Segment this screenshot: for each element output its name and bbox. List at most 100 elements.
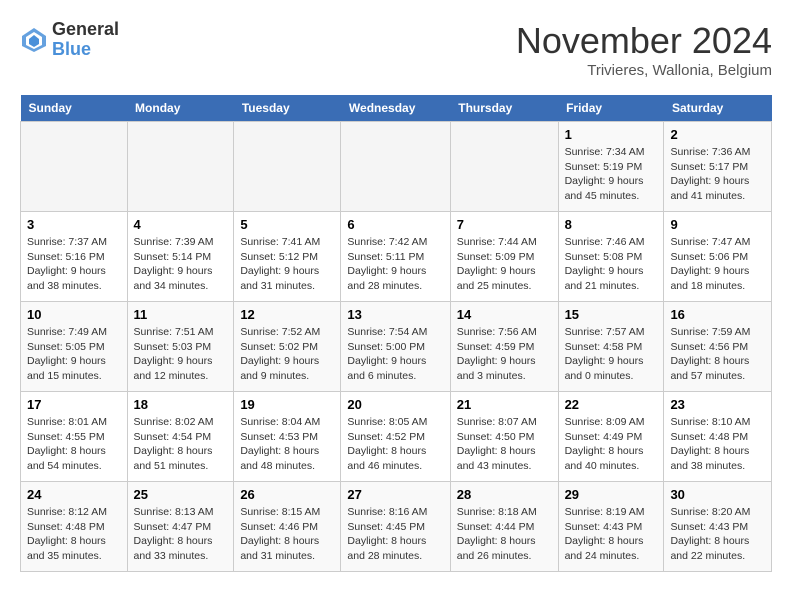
calendar-header: Sunday Monday Tuesday Wednesday Thursday…: [21, 95, 772, 122]
calendar-cell: 8Sunrise: 7:46 AMSunset: 5:08 PMDaylight…: [558, 212, 664, 302]
calendar-body: 1 Sunrise: 7:34 AMSunset: 5:19 PMDaylight…: [21, 122, 772, 572]
calendar-cell: 19Sunrise: 8:04 AMSunset: 4:53 PMDayligh…: [234, 392, 341, 482]
logo-general: General: [52, 20, 119, 40]
day-info: Sunrise: 7:44 AMSunset: 5:09 PMDaylight:…: [457, 235, 552, 294]
calendar-cell: 21Sunrise: 8:07 AMSunset: 4:50 PMDayligh…: [450, 392, 558, 482]
day-info: Sunrise: 8:15 AMSunset: 4:46 PMDaylight:…: [240, 505, 334, 564]
calendar-cell: 13 Sunrise: 7:54 AMSunset: 5:00 PMDayligh…: [341, 302, 450, 392]
calendar-cell: 6 Sunrise: 7:42 AMSunset: 5:11 PMDaylight…: [341, 212, 450, 302]
day-number: 7: [457, 217, 552, 232]
header-friday: Friday: [558, 95, 664, 122]
calendar-cell: 16Sunrise: 7:59 AMSunset: 4:56 PMDayligh…: [664, 302, 772, 392]
calendar-cell: [127, 122, 234, 212]
day-number: 8: [565, 217, 658, 232]
week-row-4: 24 Sunrise: 8:12 AMSunset: 4:48 PMDayligh…: [21, 482, 772, 572]
logo-icon: [20, 26, 48, 54]
title-block: November 2024 Trivieres, Wallonia, Belgi…: [516, 20, 772, 79]
month-title: November 2024: [516, 20, 772, 62]
week-row-3: 17 Sunrise: 8:01 AMSunset: 4:55 PMDayligh…: [21, 392, 772, 482]
calendar-cell: 3 Sunrise: 7:37 AMSunset: 5:16 PMDaylight…: [21, 212, 128, 302]
day-info: Sunrise: 7:57 AMSunset: 4:58 PMDaylight:…: [565, 325, 658, 384]
header-monday: Monday: [127, 95, 234, 122]
calendar-cell: 25 Sunrise: 8:13 AMSunset: 4:47 PMDayligh…: [127, 482, 234, 572]
header-thursday: Thursday: [450, 95, 558, 122]
day-info: Sunrise: 7:52 AMSunset: 5:02 PMDaylight:…: [240, 325, 334, 384]
calendar-cell: 11 Sunrise: 7:51 AMSunset: 5:03 PMDayligh…: [127, 302, 234, 392]
day-info: Sunrise: 8:05 AMSunset: 4:52 PMDaylight:…: [347, 415, 443, 474]
day-number: 22: [565, 397, 658, 412]
week-row-0: 1 Sunrise: 7:34 AMSunset: 5:19 PMDaylight…: [21, 122, 772, 212]
calendar-cell: 28Sunrise: 8:18 AMSunset: 4:44 PMDayligh…: [450, 482, 558, 572]
day-number: 17: [27, 397, 121, 412]
calendar-cell: 20 Sunrise: 8:05 AMSunset: 4:52 PMDayligh…: [341, 392, 450, 482]
calendar-cell: 12 Sunrise: 7:52 AMSunset: 5:02 PMDayligh…: [234, 302, 341, 392]
calendar-cell: 15 Sunrise: 7:57 AMSunset: 4:58 PMDayligh…: [558, 302, 664, 392]
day-number: 28: [457, 487, 552, 502]
day-info: Sunrise: 7:54 AMSunset: 5:00 PMDaylight:…: [347, 325, 443, 384]
day-info: Sunrise: 8:02 AMSunset: 4:54 PMDaylight:…: [134, 415, 228, 474]
day-number: 13: [347, 307, 443, 322]
day-number: 1: [565, 127, 658, 142]
day-info: Sunrise: 8:09 AMSunset: 4:49 PMDaylight:…: [565, 415, 658, 474]
subtitle: Trivieres, Wallonia, Belgium: [516, 62, 772, 79]
day-number: 12: [240, 307, 334, 322]
day-info: Sunrise: 7:37 AMSunset: 5:16 PMDaylight:…: [27, 235, 121, 294]
calendar-cell: 2 Sunrise: 7:36 AMSunset: 5:17 PMDaylight…: [664, 122, 772, 212]
logo: General Blue: [20, 20, 119, 60]
day-info: Sunrise: 7:42 AMSunset: 5:11 PMDaylight:…: [347, 235, 443, 294]
day-info: Sunrise: 8:19 AMSunset: 4:43 PMDaylight:…: [565, 505, 658, 564]
day-info: Sunrise: 8:20 AMSunset: 4:43 PMDaylight:…: [670, 505, 765, 564]
calendar-cell: 29Sunrise: 8:19 AMSunset: 4:43 PMDayligh…: [558, 482, 664, 572]
day-info: Sunrise: 7:39 AMSunset: 5:14 PMDaylight:…: [134, 235, 228, 294]
day-number: 18: [134, 397, 228, 412]
calendar-cell: [341, 122, 450, 212]
calendar-table: Sunday Monday Tuesday Wednesday Thursday…: [20, 95, 772, 572]
header-sunday: Sunday: [21, 95, 128, 122]
calendar-cell: 10Sunrise: 7:49 AMSunset: 5:05 PMDayligh…: [21, 302, 128, 392]
calendar-cell: 4 Sunrise: 7:39 AMSunset: 5:14 PMDaylight…: [127, 212, 234, 302]
day-info: Sunrise: 8:10 AMSunset: 4:48 PMDaylight:…: [670, 415, 765, 474]
day-number: 10: [27, 307, 121, 322]
day-info: Sunrise: 7:41 AMSunset: 5:12 PMDaylight:…: [240, 235, 334, 294]
day-info: Sunrise: 7:56 AMSunset: 4:59 PMDaylight:…: [457, 325, 552, 384]
day-number: 3: [27, 217, 121, 232]
day-number: 26: [240, 487, 334, 502]
day-number: 2: [670, 127, 765, 142]
calendar-cell: 22 Sunrise: 8:09 AMSunset: 4:49 PMDayligh…: [558, 392, 664, 482]
week-row-2: 10Sunrise: 7:49 AMSunset: 5:05 PMDayligh…: [21, 302, 772, 392]
day-info: Sunrise: 7:34 AMSunset: 5:19 PMDaylight:…: [565, 145, 658, 204]
day-number: 19: [240, 397, 334, 412]
calendar-cell: [234, 122, 341, 212]
day-number: 9: [670, 217, 765, 232]
day-info: Sunrise: 8:13 AMSunset: 4:47 PMDaylight:…: [134, 505, 228, 564]
day-number: 6: [347, 217, 443, 232]
calendar-cell: 14 Sunrise: 7:56 AMSunset: 4:59 PMDayligh…: [450, 302, 558, 392]
calendar-cell: [21, 122, 128, 212]
calendar-cell: 9Sunrise: 7:47 AMSunset: 5:06 PMDaylight…: [664, 212, 772, 302]
calendar-cell: 26 Sunrise: 8:15 AMSunset: 4:46 PMDayligh…: [234, 482, 341, 572]
day-number: 27: [347, 487, 443, 502]
calendar-cell: 30Sunrise: 8:20 AMSunset: 4:43 PMDayligh…: [664, 482, 772, 572]
day-number: 5: [240, 217, 334, 232]
calendar-cell: 1 Sunrise: 7:34 AMSunset: 5:19 PMDaylight…: [558, 122, 664, 212]
day-info: Sunrise: 7:36 AMSunset: 5:17 PMDaylight:…: [670, 145, 765, 204]
day-number: 15: [565, 307, 658, 322]
day-info: Sunrise: 8:12 AMSunset: 4:48 PMDaylight:…: [27, 505, 121, 564]
logo-blue: Blue: [52, 40, 119, 60]
header-wednesday: Wednesday: [341, 95, 450, 122]
day-number: 14: [457, 307, 552, 322]
day-number: 11: [134, 307, 228, 322]
day-info: Sunrise: 7:59 AMSunset: 4:56 PMDaylight:…: [670, 325, 765, 384]
day-number: 25: [134, 487, 228, 502]
day-info: Sunrise: 8:07 AMSunset: 4:50 PMDaylight:…: [457, 415, 552, 474]
day-info: Sunrise: 7:51 AMSunset: 5:03 PMDaylight:…: [134, 325, 228, 384]
week-row-1: 3 Sunrise: 7:37 AMSunset: 5:16 PMDaylight…: [21, 212, 772, 302]
day-number: 20: [347, 397, 443, 412]
day-number: 4: [134, 217, 228, 232]
day-info: Sunrise: 8:01 AMSunset: 4:55 PMDaylight:…: [27, 415, 121, 474]
day-number: 23: [670, 397, 765, 412]
day-number: 24: [27, 487, 121, 502]
day-info: Sunrise: 8:16 AMSunset: 4:45 PMDaylight:…: [347, 505, 443, 564]
calendar-cell: 18 Sunrise: 8:02 AMSunset: 4:54 PMDayligh…: [127, 392, 234, 482]
calendar-cell: 7 Sunrise: 7:44 AMSunset: 5:09 PMDaylight…: [450, 212, 558, 302]
